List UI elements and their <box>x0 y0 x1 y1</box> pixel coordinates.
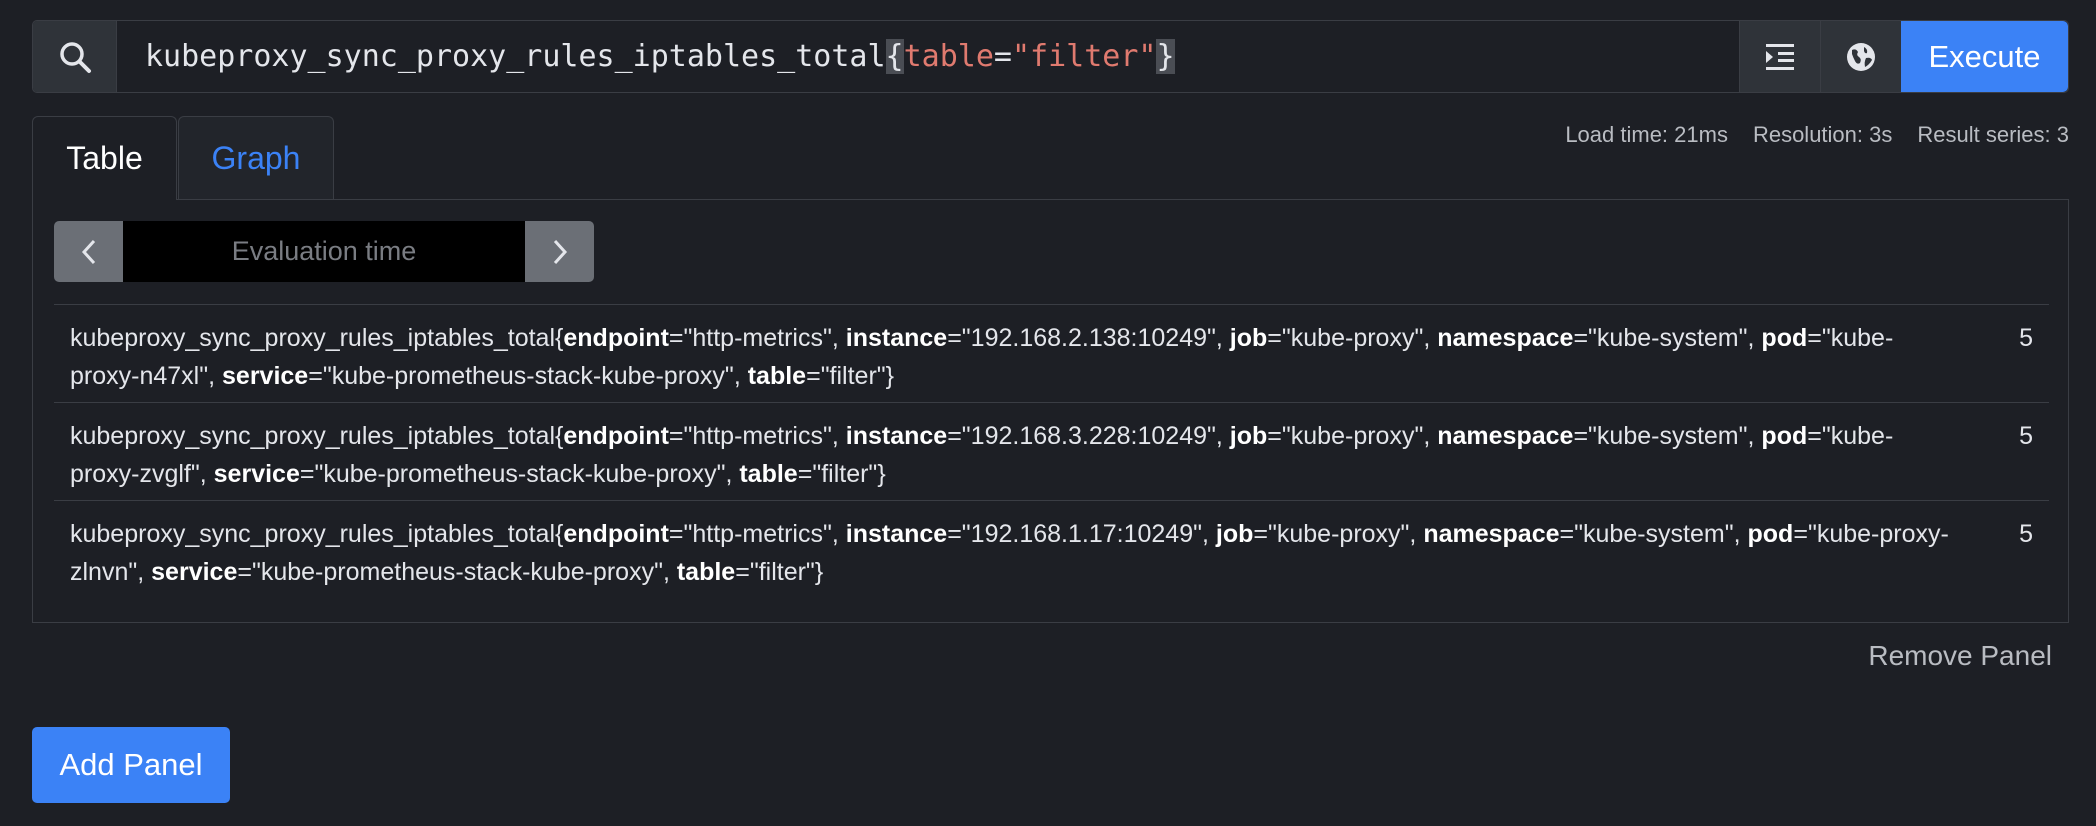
label-name: table <box>676 558 736 586</box>
format-query-button[interactable] <box>1739 21 1820 92</box>
query-brace-open: { <box>885 39 904 74</box>
label-name: table <box>747 362 807 390</box>
series-labels: kubeproxy_sync_proxy_rules_iptables_tota… <box>70 520 1949 586</box>
search-icon <box>59 41 91 73</box>
label-value: "kube-prometheus-stack-kube-proxy" <box>314 460 726 488</box>
table-row: kubeproxy_sync_proxy_rules_iptables_tota… <box>54 402 2049 500</box>
label-value: "filter" <box>820 362 886 390</box>
globe-icon <box>1847 42 1875 71</box>
label-value: "http-metrics" <box>683 520 832 548</box>
series-value: 5 <box>2019 520 2033 548</box>
label-name: endpoint <box>563 324 669 352</box>
resolution: Resolution: 3s <box>1752 122 1893 147</box>
tab-table[interactable]: Table <box>32 116 177 200</box>
label-name: table <box>739 460 798 488</box>
view-tabs: Table Graph <box>32 116 334 200</box>
label-name: instance <box>845 422 948 450</box>
label-value: "kube-prometheus-stack-kube-proxy" <box>251 558 663 586</box>
label-value: "http-metrics" <box>683 324 832 352</box>
table-panel: Evaluation time kubeproxy_sync_proxy_rul… <box>32 199 2069 623</box>
label-name: endpoint <box>563 422 669 450</box>
remove-panel-link[interactable]: Remove Panel <box>1868 640 2052 672</box>
query-input[interactable]: kubeproxy_sync_proxy_rules_iptables_tota… <box>117 21 1739 92</box>
query-bar: kubeproxy_sync_proxy_rules_iptables_tota… <box>32 20 2069 93</box>
query-brace-close: } <box>1156 39 1175 74</box>
label-name: namespace <box>1437 422 1574 450</box>
label-name: endpoint <box>563 520 669 548</box>
add-panel-button[interactable]: Add Panel <box>32 727 230 803</box>
label-value: "filter" <box>749 558 815 586</box>
query-stats: Load time: 21ms Resolution: 3s Result se… <box>1565 122 2069 148</box>
series-metric-name: kubeproxy_sync_proxy_rules_iptables_tota… <box>70 422 556 450</box>
label-value: "http-metrics" <box>683 422 832 450</box>
eval-next-button[interactable] <box>525 221 594 282</box>
chevron-right-icon <box>553 239 567 264</box>
label-value: "kube-proxy" <box>1281 324 1424 352</box>
evaluation-time-input[interactable]: Evaluation time <box>123 221 525 282</box>
label-value: "filter" <box>812 460 878 488</box>
metrics-explorer-button[interactable] <box>1820 21 1901 92</box>
label-name: namespace <box>1423 520 1560 548</box>
label-value: "kube-proxy" <box>1281 422 1424 450</box>
series-value: 5 <box>2019 324 2033 352</box>
label-name: pod <box>1747 520 1794 548</box>
query-label-value: "filter" <box>1011 39 1157 74</box>
label-name: instance <box>845 324 948 352</box>
indent-icon <box>1766 43 1794 70</box>
label-name: instance <box>845 520 948 548</box>
series-metric-name: kubeproxy_sync_proxy_rules_iptables_tota… <box>70 520 556 548</box>
chevron-left-icon <box>81 239 95 264</box>
query-metric: kubeproxy_sync_proxy_rules_iptables_tota… <box>145 39 886 74</box>
label-value: "kube-system" <box>1588 422 1748 450</box>
query-operator: = <box>993 39 1012 74</box>
label-name: service <box>222 362 309 390</box>
label-name: service <box>151 558 238 586</box>
series-labels: kubeproxy_sync_proxy_rules_iptables_tota… <box>70 422 1894 488</box>
label-name: pod <box>1761 324 1808 352</box>
label-name: pod <box>1761 422 1808 450</box>
table-row: kubeproxy_sync_proxy_rules_iptables_tota… <box>54 500 2049 598</box>
table-row: kubeproxy_sync_proxy_rules_iptables_tota… <box>54 304 2049 402</box>
label-name: job <box>1229 324 1268 352</box>
label-name: namespace <box>1437 324 1574 352</box>
label-name: service <box>213 460 300 488</box>
label-value: "192.168.3.228:10249" <box>961 422 1216 450</box>
label-value: "192.168.1.17:10249" <box>961 520 1202 548</box>
label-value: "kube-prometheus-stack-kube-proxy" <box>322 362 734 390</box>
eval-prev-button[interactable] <box>54 221 123 282</box>
label-value: "kube-proxy" <box>1268 520 1410 548</box>
series-metric-name: kubeproxy_sync_proxy_rules_iptables_tota… <box>70 324 556 352</box>
results-table: kubeproxy_sync_proxy_rules_iptables_tota… <box>54 304 2049 598</box>
load-time: Load time: 21ms <box>1565 122 1728 147</box>
result-series: Result series: 3 <box>1917 122 2069 147</box>
tab-graph[interactable]: Graph <box>178 116 334 200</box>
execute-button[interactable]: Execute <box>1901 21 2068 92</box>
series-labels: kubeproxy_sync_proxy_rules_iptables_tota… <box>70 324 1894 390</box>
label-name: job <box>1229 422 1268 450</box>
search-icon-box <box>33 21 117 92</box>
label-name: job <box>1215 520 1254 548</box>
series-value: 5 <box>2019 422 2033 450</box>
evaluation-time-picker: Evaluation time <box>54 221 594 282</box>
label-value: "192.168.2.138:10249" <box>961 324 1216 352</box>
label-value: "kube-system" <box>1574 520 1734 548</box>
label-value: "kube-system" <box>1588 324 1748 352</box>
query-label-name: table <box>903 39 994 74</box>
